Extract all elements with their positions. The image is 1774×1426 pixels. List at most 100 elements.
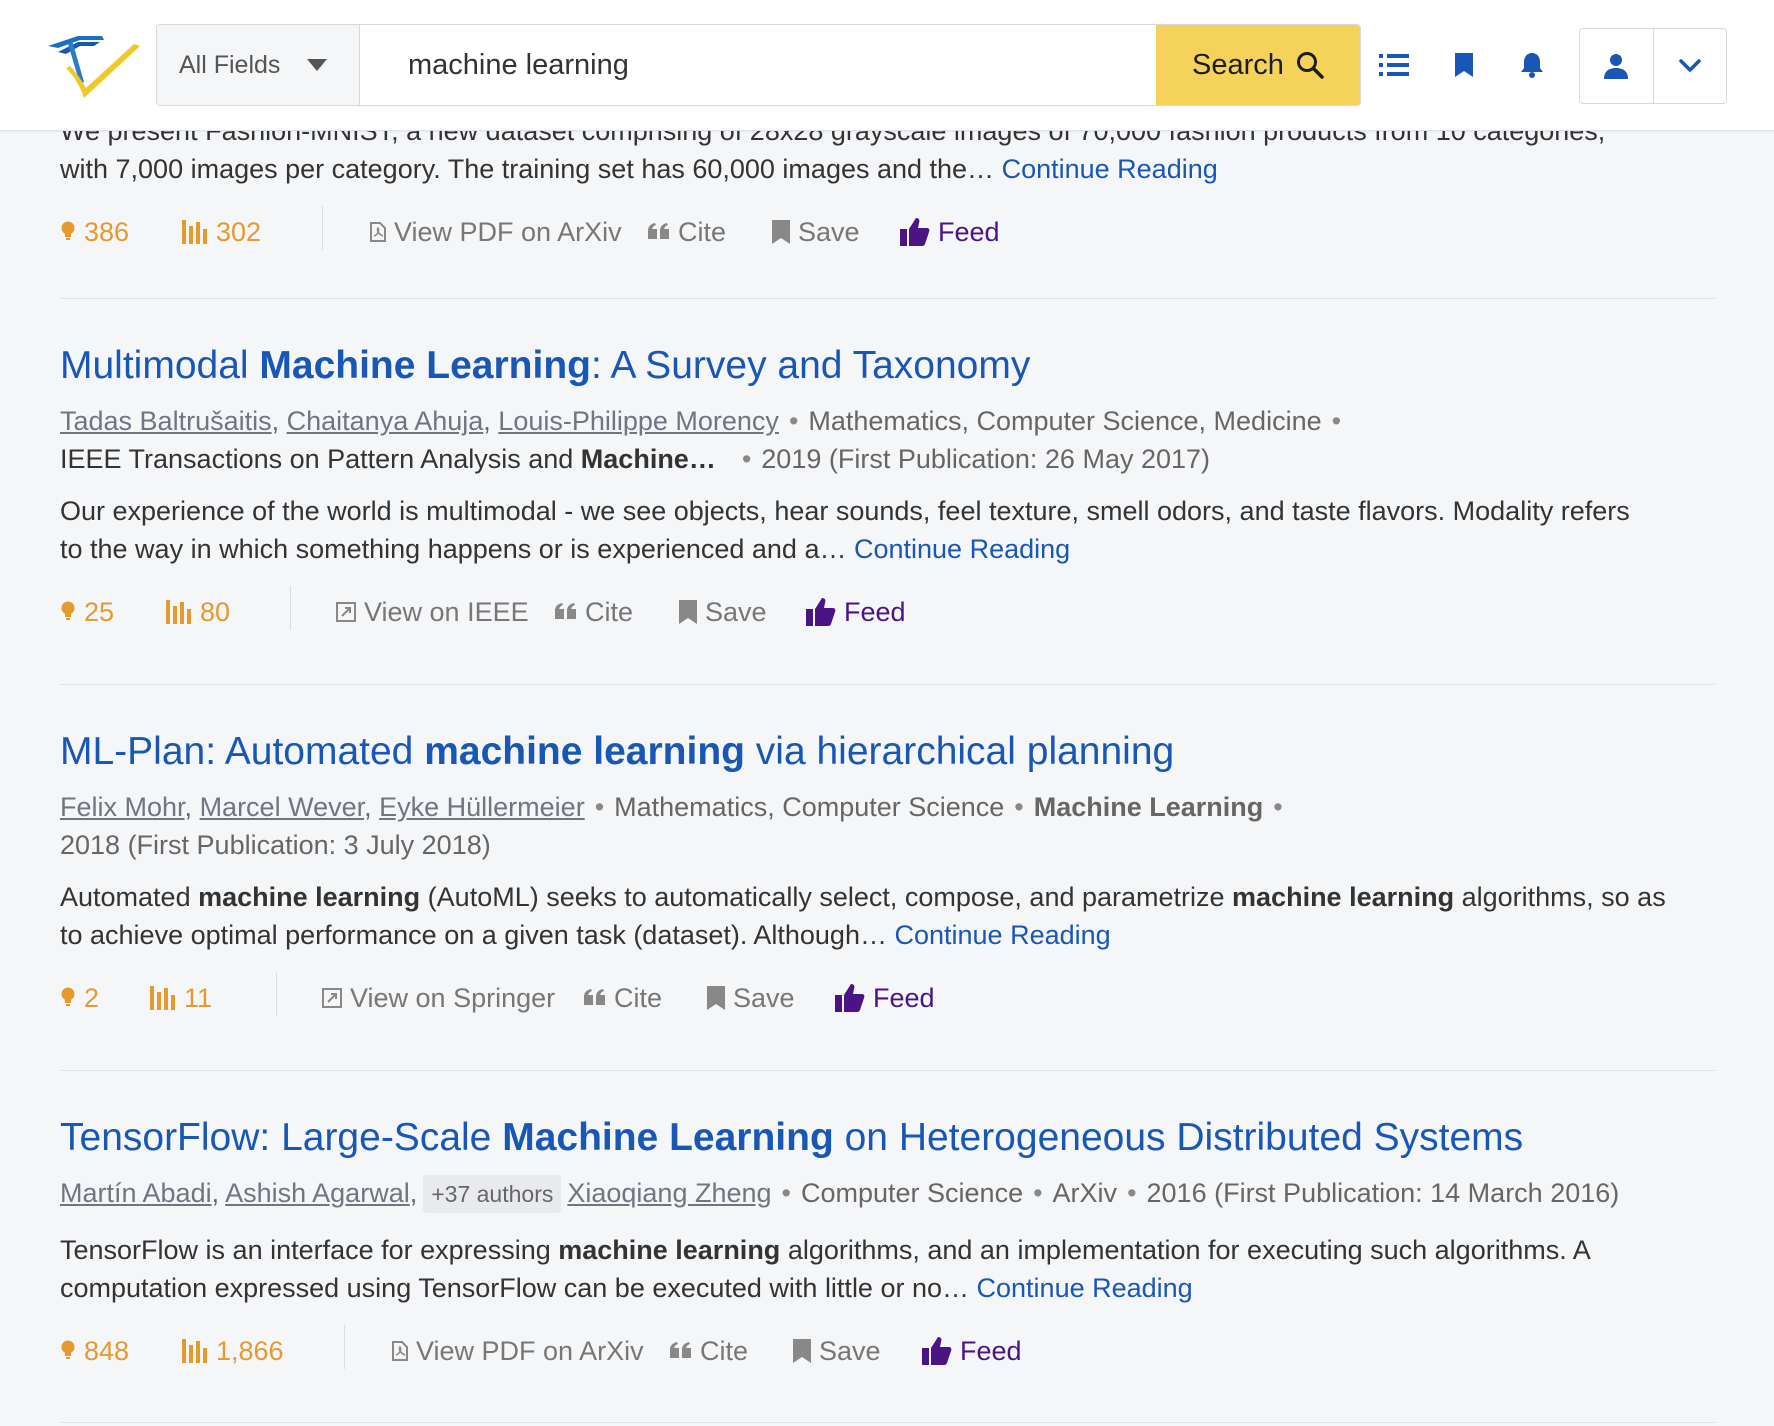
venue[interactable]: ArXiv [1053, 1178, 1118, 1208]
continue-reading-link[interactable]: Continue Reading [977, 1273, 1193, 1303]
result-item: TensorFlow: Large-Scale Machine Learning… [60, 1114, 1715, 1373]
bookmark-icon [772, 220, 790, 244]
result-abstract: TensorFlow is an interface for expressin… [60, 1235, 1591, 1303]
feed-button[interactable]: Feed [922, 1329, 1022, 1373]
result-divider [60, 1422, 1715, 1423]
save-button[interactable]: Save [793, 1329, 881, 1373]
author-link[interactable]: Marcel Wever [200, 792, 365, 822]
search-button[interactable]: Search [1156, 25, 1360, 105]
result-item: Multimodal Machine Learning: A Survey an… [60, 342, 1715, 634]
author-link[interactable]: Tadas Baltrušaitis [60, 406, 272, 436]
cite-button[interactable]: Cite [555, 590, 633, 634]
citations-count[interactable]: 302 [182, 210, 261, 254]
chevron-down-icon[interactable] [1654, 29, 1727, 103]
author-link[interactable]: Martín Abadi [60, 1178, 212, 1208]
view-pdf-link[interactable]: View PDF on ArXiv [392, 1329, 644, 1373]
action-divider [344, 1325, 345, 1369]
field-select-dropdown[interactable]: All Fields [157, 25, 360, 105]
results-list: We present Fashion-MNIST, a new dataset … [0, 0, 1774, 1426]
venue[interactable]: IEEE Transactions on Pattern Analysis an… [60, 444, 716, 474]
influential-citations[interactable]: 2 [60, 976, 99, 1020]
result-actions: 2 11 View on Springer Cite Save Feed [60, 972, 1715, 1020]
search-input[interactable] [360, 25, 1156, 105]
continue-reading-link[interactable]: Continue Reading [854, 534, 1070, 564]
search-box: All Fields Search [156, 24, 1361, 106]
venue[interactable]: Machine Learning [1034, 792, 1264, 822]
bar-chart-icon [166, 600, 191, 624]
publication-year: 2018 (First Publication: 3 July 2018) [60, 830, 491, 860]
result-title[interactable]: ML-Plan: Automated machine learning via … [60, 728, 1715, 776]
fields-of-study: Mathematics, Computer Science, Medicine [808, 406, 1322, 436]
result-actions: 25 80 View on IEEE Cite Save Feed [60, 586, 1715, 634]
save-button[interactable]: Save [707, 976, 795, 1020]
continue-reading-link[interactable]: Continue Reading [894, 920, 1110, 950]
cite-button[interactable]: Cite [648, 210, 726, 254]
author-link[interactable]: Eyke Hüllermeier [379, 792, 585, 822]
feed-button[interactable]: Feed [835, 976, 935, 1020]
result-meta-line2: 2018 (First Publication: 3 July 2018) [60, 826, 1715, 864]
result-item: We present Fashion-MNIST, a new dataset … [60, 112, 1715, 254]
user-icon[interactable] [1580, 29, 1654, 103]
caret-down-icon [307, 59, 327, 71]
influential-citations[interactable]: 25 [60, 590, 114, 634]
external-link-icon [322, 988, 342, 1008]
result-actions: 386 302 View PDF on ArXiv Cite Save Feed [60, 206, 1715, 254]
result-abstract-line2: with 7,000 images per category. The trai… [60, 154, 1218, 184]
search-icon [1296, 52, 1324, 79]
influential-citations[interactable]: 386 [60, 210, 129, 254]
citations-count[interactable]: 80 [166, 590, 230, 634]
author-link[interactable]: Ashish Agarwal [225, 1178, 410, 1208]
citations-count[interactable]: 11 [150, 976, 212, 1020]
citations-count[interactable]: 1,866 [182, 1329, 284, 1373]
account-menu [1579, 28, 1727, 104]
author-link[interactable]: Chaitanya Ahuja [287, 406, 484, 436]
author-link[interactable]: Louis-Philippe Morency [498, 406, 779, 436]
thumbs-up-icon [900, 218, 930, 246]
more-authors-button[interactable]: +37 authors [423, 1175, 562, 1213]
author-link[interactable]: Felix Mohr [60, 792, 185, 822]
result-divider [60, 298, 1715, 299]
library-list-icon[interactable] [1378, 50, 1410, 80]
cite-button[interactable]: Cite [670, 1329, 748, 1373]
action-divider [290, 586, 291, 630]
view-source-link[interactable]: View on IEEE [336, 590, 529, 634]
logo-icon[interactable] [44, 28, 140, 104]
pdf-icon [392, 1341, 408, 1361]
bookmark-icon [707, 986, 725, 1010]
result-meta-line2: IEEE Transactions on Pattern Analysis an… [60, 444, 1211, 474]
quote-icon [670, 1342, 691, 1358]
fields-of-study: Computer Science [800, 1178, 1024, 1208]
action-divider [276, 972, 277, 1016]
result-title[interactable]: TensorFlow: Large-Scale Machine Learning… [60, 1114, 1715, 1162]
cite-button[interactable]: Cite [584, 976, 662, 1020]
bookmark-icon [793, 1339, 811, 1363]
author-link[interactable]: Xiaoqiang Zheng [567, 1178, 771, 1208]
bar-chart-icon [150, 986, 175, 1010]
lightbulb-icon [61, 1340, 75, 1359]
publication-year: 2016 (First Publication: 14 March 2016) [1146, 1178, 1620, 1208]
pdf-icon [370, 222, 386, 242]
publication-year: 2019 (First Publication: 26 May 2017) [761, 444, 1211, 474]
result-title[interactable]: Multimodal Machine Learning: A Survey an… [60, 342, 1715, 390]
view-pdf-link[interactable]: View PDF on ArXiv [370, 210, 622, 254]
external-link-icon [336, 602, 356, 622]
quote-icon [648, 223, 669, 239]
quote-icon [555, 603, 576, 619]
save-button[interactable]: Save [679, 590, 767, 634]
bookmark-icon[interactable] [1452, 50, 1476, 80]
thumbs-up-icon [806, 598, 836, 626]
view-source-link[interactable]: View on Springer [322, 976, 555, 1020]
thumbs-up-icon [835, 984, 865, 1012]
bell-icon[interactable] [1518, 50, 1546, 80]
continue-reading-link[interactable]: Continue Reading [1002, 154, 1218, 184]
bookmark-icon [679, 600, 697, 624]
feed-button[interactable]: Feed [900, 210, 1000, 254]
result-abstract: Automated machine learning (AutoML) seek… [60, 882, 1666, 950]
influential-citations[interactable]: 848 [60, 1329, 129, 1373]
result-actions: 848 1,866 View PDF on ArXiv Cite Save Fe… [60, 1325, 1715, 1373]
top-header: All Fields Search [0, 0, 1774, 131]
feed-button[interactable]: Feed [806, 590, 906, 634]
save-button[interactable]: Save [772, 210, 860, 254]
bar-chart-icon [182, 220, 207, 244]
result-meta: Tadas Baltrušaitis, Chaitanya Ahuja, Lou… [60, 406, 1342, 436]
